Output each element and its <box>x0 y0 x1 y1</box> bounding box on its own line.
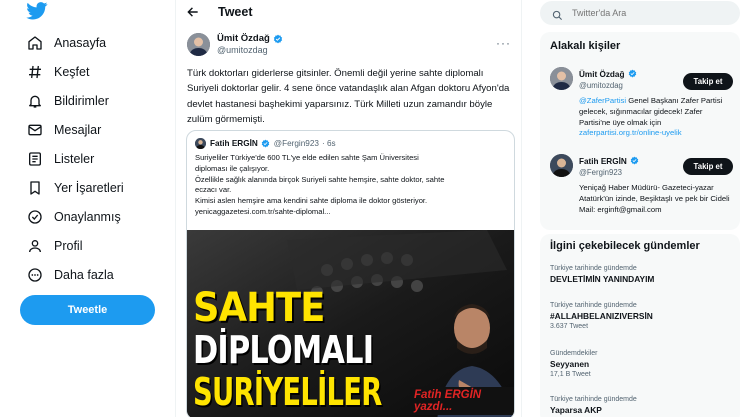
right-column: Alakalı kişiler Ümit Özdağ @umitozdag Ta… <box>530 0 740 417</box>
search-input[interactable] <box>572 8 732 18</box>
main-header: Tweet <box>176 0 521 25</box>
trend-count: 17,1 B Tweet <box>550 371 591 378</box>
trends-title: İlgini çekebilecek gündemler <box>550 240 700 252</box>
page-title: Tweet <box>218 5 253 19</box>
bio-mention-link[interactable]: @ZaferPartisi <box>579 96 626 105</box>
trend-name: #ALLAHBELANIZIVERSİN <box>550 311 653 321</box>
nav-label: Listeler <box>54 152 95 166</box>
main-column: Tweet Ümit Özdağ @umitozdag ··· Türk dok… <box>175 0 522 417</box>
person-name-text: Ümit Özdağ <box>579 69 625 79</box>
verified-badge-icon <box>630 156 640 166</box>
list-icon <box>26 150 44 168</box>
image-headline-line1: SAHTE <box>193 285 325 331</box>
trend-context: Gündemdekiler <box>550 350 598 357</box>
quote-author-handle: @Fergin923 <box>273 139 319 148</box>
nav-item-profile[interactable]: Profil <box>26 235 82 257</box>
trend-context: Türkiye tarihinde gündemde <box>550 265 637 272</box>
quote-text: Suriyeliler Türkiye'de 600 TL'ye elde ed… <box>195 153 507 218</box>
nav-item-messages[interactable]: Mesajlar <box>26 119 101 141</box>
trend-count: 3.637 Tweet <box>550 323 589 330</box>
bell-icon <box>26 92 44 110</box>
verified-badge-icon <box>628 69 638 79</box>
person-handle: @Fergin923 <box>579 168 623 177</box>
related-people-panel: Alakalı kişiler Ümit Özdağ @umitozdag Ta… <box>540 32 740 230</box>
nav-label: Daha fazla <box>54 268 114 282</box>
left-nav: Anasayfa Keşfet Bildirimler Mesajlar Lis… <box>0 0 175 417</box>
author-name[interactable]: Ümit Özdağ <box>217 33 283 44</box>
nav-label: Bildirimler <box>54 94 109 108</box>
hashtag-icon <box>26 63 44 81</box>
trend-item[interactable]: Gündemdekiler Seyyanen 17,1 B Tweet <box>550 350 735 378</box>
verified-icon <box>26 208 44 226</box>
trends-panel: İlgini çekebilecek gündemler Türkiye tar… <box>540 234 740 417</box>
quote-author-name: Fatih ERGİN <box>210 139 258 148</box>
trend-name: Yaparsa AKP <box>550 405 602 415</box>
author-handle: @umitozdag <box>217 45 268 55</box>
bio-url-link[interactable]: zaferpartisi.org.tr/online-uyelik <box>579 128 682 137</box>
tweet-button[interactable]: Tweetle <box>20 295 155 325</box>
related-people-title: Alakalı kişiler <box>550 40 621 52</box>
person-bio: Yeniçağ Haber Müdürü- Gazeteci-yazar Ata… <box>579 183 730 214</box>
trend-name: Seyyanen <box>550 359 590 369</box>
twitter-app: Anasayfa Keşfet Bildirimler Mesajlar Lis… <box>0 0 740 417</box>
quoted-tweet[interactable]: Fatih ERGİN @Fergin923 · 6s Suriyeliler … <box>186 130 515 417</box>
bookmark-icon <box>26 179 44 197</box>
quote-link[interactable]: yenicaggazetesi.com.tr/sahte-diplomal... <box>195 207 507 218</box>
quote-time: · 6s <box>321 139 336 148</box>
back-arrow-icon[interactable] <box>186 5 200 19</box>
nav-label: Yer İşaretleri <box>54 181 124 195</box>
nav-label: Profil <box>54 239 83 253</box>
follow-button[interactable]: Takip et <box>683 73 733 90</box>
person-avatar[interactable] <box>550 67 573 90</box>
search-bar[interactable] <box>540 1 740 25</box>
person-handle: @umitozdag <box>579 81 623 90</box>
nav-item-lists[interactable]: Listeler <box>26 148 94 170</box>
nav-item-explore[interactable]: Keşfet <box>26 61 89 83</box>
person-bio: @ZaferPartisi Genel Başkanı Zafer Partis… <box>579 96 734 139</box>
nav-label: Onaylanmış <box>54 210 121 224</box>
image-headline-line3: SURİYELİLER <box>193 370 382 414</box>
verified-badge-icon <box>273 34 283 44</box>
search-icon <box>552 8 563 20</box>
quote-image[interactable]: SAHTE DİPLOMALI SURİYELİLER Fatih ERGİN … <box>187 230 514 417</box>
twitter-logo-icon[interactable] <box>26 2 48 20</box>
trend-item[interactable]: Türkiye tarihinde gündemde DEVLETİMİN YA… <box>550 265 735 284</box>
nav-label: Keşfet <box>54 65 90 79</box>
quote-line: diploması ile çalışıyor. <box>195 163 270 173</box>
verified-badge-icon <box>261 139 271 149</box>
trend-item[interactable]: Türkiye tarihinde gündemde Yaparsa AKP <box>550 396 735 415</box>
home-icon <box>26 34 44 52</box>
person-name[interactable]: Fatih ERGİN <box>579 156 640 166</box>
author-name-text: Ümit Özdağ <box>217 33 270 44</box>
person-avatar[interactable] <box>550 154 573 177</box>
person-name[interactable]: Ümit Özdağ <box>579 69 638 79</box>
author-avatar[interactable] <box>187 33 210 56</box>
mail-icon <box>26 121 44 139</box>
quote-header: Fatih ERGİN @Fergin923 · 6s <box>195 138 336 149</box>
trend-item[interactable]: Türkiye tarihinde gündemde #ALLAHBELANIZ… <box>550 302 735 330</box>
more-options-icon[interactable]: ··· <box>496 36 511 50</box>
profile-icon <box>26 237 44 255</box>
more-circle-icon <box>26 266 44 284</box>
nav-label: Anasayfa <box>54 36 107 50</box>
quote-line: eczacı var. <box>195 185 232 195</box>
quote-line: Özellikle sağlık alanında birçok Suriyel… <box>195 174 445 184</box>
nav-item-notifications[interactable]: Bildirimler <box>26 90 109 112</box>
person-name-text: Fatih ERGİN <box>579 156 627 166</box>
quote-line: Suriyeliler Türkiye'de 600 TL'ye elde ed… <box>195 153 419 162</box>
image-caption: Fatih ERGİN yazdı... <box>410 387 514 415</box>
nav-item-verified[interactable]: Onaylanmış <box>26 206 121 228</box>
trend-name: DEVLETİMİN YANINDAYIM <box>550 274 655 284</box>
nav-item-more[interactable]: Daha fazla <box>26 264 114 286</box>
nav-item-home[interactable]: Anasayfa <box>26 32 106 54</box>
nav-label: Mesajlar <box>54 123 102 137</box>
nav-item-bookmarks[interactable]: Yer İşaretleri <box>26 177 124 199</box>
trend-context: Türkiye tarihinde gündemde <box>550 396 637 403</box>
follow-button[interactable]: Takip et <box>683 158 733 175</box>
image-headline-line2: DİPLOMALI <box>193 328 374 372</box>
tweet-text: Türk doktorları giderlerse gitsinler. Ön… <box>187 68 510 125</box>
quote-line: Kimisi aslen hemşire ama kendini sahte d… <box>195 196 428 206</box>
trend-context: Türkiye tarihinde gündemde <box>550 302 637 309</box>
quote-author-avatar <box>195 138 206 149</box>
